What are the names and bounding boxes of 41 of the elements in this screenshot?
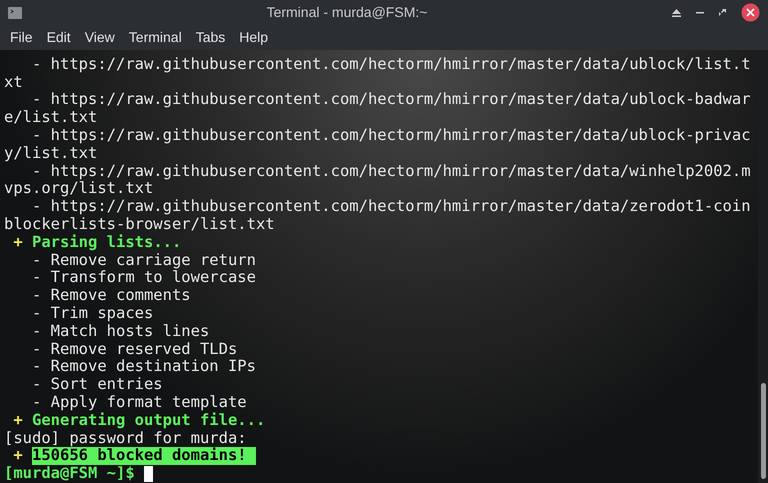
terminal-line: - Trim spaces <box>30 305 154 323</box>
menu-item[interactable]: Help <box>239 27 268 48</box>
plus-marker: + <box>13 234 23 252</box>
plus-marker: + <box>13 447 23 466</box>
menu-item[interactable]: View <box>84 27 115 48</box>
scrollbar-thumb[interactable] <box>760 383 766 479</box>
text-cursor <box>144 466 153 482</box>
terminal-line: - https://raw.githubusercontent.com/hectorm/hmirror/master/data/winhelp2002.m <box>30 162 752 180</box>
terminal-line: y/list.txt <box>4 144 98 163</box>
terminal-line: - Remove reserved TLDs <box>30 340 238 358</box>
terminal-line: - Remove comments <box>30 287 192 306</box>
terminal-line: [sudo] password for murda: <box>4 430 248 447</box>
keep-above-icon[interactable] <box>672 8 681 17</box>
terminal-line: - https://raw.githubusercontent.com/hectorm/hmirror/master/data/zerodot1-coin <box>30 198 752 216</box>
shell-prompt: [murda@FSM ~]$ <box>4 465 135 483</box>
close-icon[interactable] <box>741 3 760 22</box>
terminal-icon <box>8 6 22 19</box>
section-heading: Parsing lists... <box>32 234 182 252</box>
terminal-line: e/list.txt <box>4 109 98 128</box>
minimize-icon[interactable] <box>696 12 704 14</box>
terminal-line: - https://raw.githubusercontent.com/hectorm/hmirror/master/data/ublock/list.t <box>30 56 752 74</box>
terminal-line: - https://raw.githubusercontent.com/hectorm/hmirror/master/data/ublock-badwar <box>30 91 752 110</box>
window-title: Terminal - murda@FSM:~ <box>266 3 428 22</box>
terminal-line: - Transform to lowercase <box>30 269 257 288</box>
result-highlight: 150656 blocked domains! <box>32 447 256 466</box>
terminal-line: - Sort entries <box>30 376 164 394</box>
terminal-line: - Remove carriage return <box>30 252 257 270</box>
terminal-line: vps.org/list.txt <box>4 180 154 198</box>
terminal-line: - Match hosts lines <box>30 322 210 341</box>
menu-item[interactable]: File <box>10 27 33 48</box>
terminal-line: xt <box>4 74 24 92</box>
terminal-line: - Apply format template <box>30 394 248 412</box>
menu-item[interactable]: Tabs <box>196 27 226 48</box>
terminal-line: blockerlists-browser/list.txt <box>4 216 276 234</box>
menu-item[interactable]: Edit <box>46 27 71 48</box>
section-heading: Generating output file... <box>32 412 266 430</box>
plus-marker: + <box>13 412 23 430</box>
menu-item[interactable]: Terminal <box>128 27 182 48</box>
maximize-icon[interactable] <box>719 9 726 16</box>
terminal-line: - https://raw.githubusercontent.com/hectorm/hmirror/master/data/ublock-privac <box>30 127 752 145</box>
terminal-line: - Remove destination IPs <box>30 358 257 376</box>
